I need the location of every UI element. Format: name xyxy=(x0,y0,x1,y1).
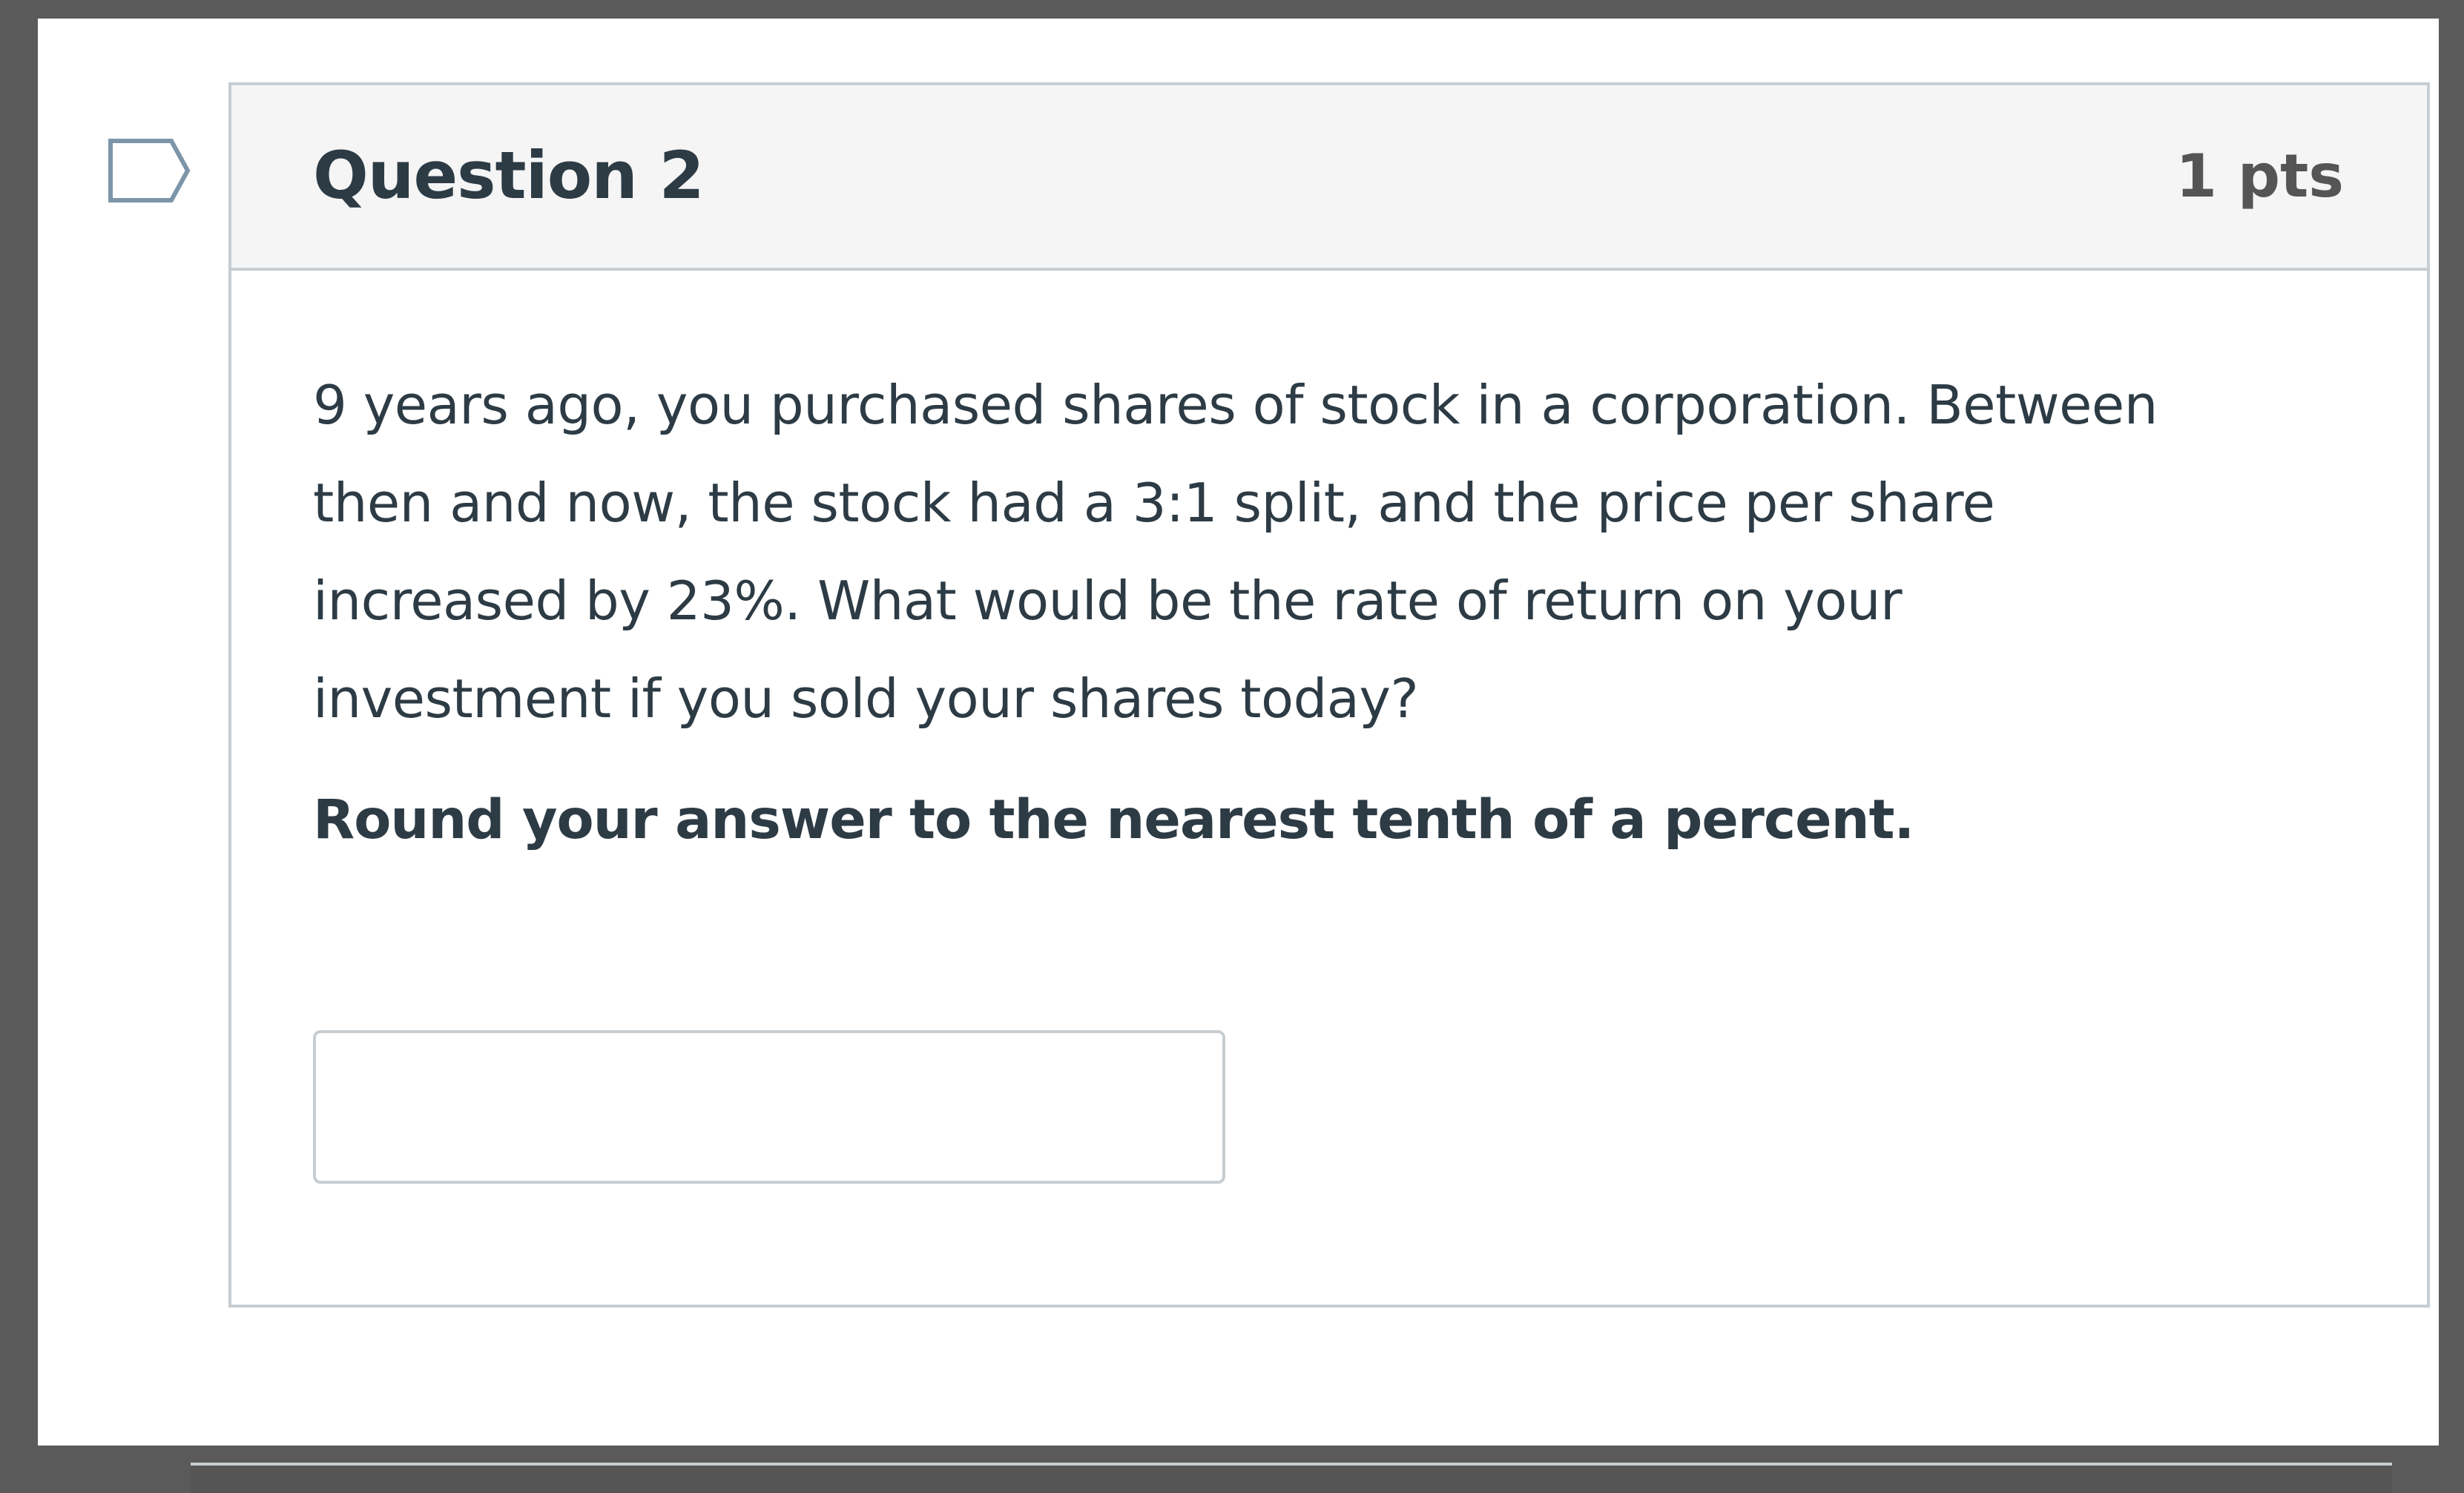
question-title: Question 2 xyxy=(313,137,705,214)
question-header: Question 2 1 pts xyxy=(231,85,2427,271)
question-text-line: increased by 23%. What would be the rate… xyxy=(313,570,1903,632)
question-instruction: Round your answer to the nearest tenth o… xyxy=(313,788,1914,851)
question-text: 9 years ago, you purchased shares of sto… xyxy=(313,271,2345,748)
flag-question-icon[interactable] xyxy=(108,138,191,203)
question-text-line: investment if you sold your shares today… xyxy=(313,668,1419,730)
question-body: 9 years ago, you purchased shares of sto… xyxy=(313,271,2345,851)
question-card: Question 2 1 pts 9 years ago, you purcha… xyxy=(228,82,2430,1308)
answer-input[interactable] xyxy=(313,1030,1225,1184)
question-text-line: 9 years ago, you purchased shares of sto… xyxy=(313,374,2158,436)
next-question-card-edge xyxy=(191,1463,2392,1493)
question-text-line: then and now, the stock had a 3:1 split,… xyxy=(313,472,1995,534)
question-points: 1 pts xyxy=(2175,142,2344,211)
quiz-page: Question 2 1 pts 9 years ago, you purcha… xyxy=(38,19,2439,1446)
